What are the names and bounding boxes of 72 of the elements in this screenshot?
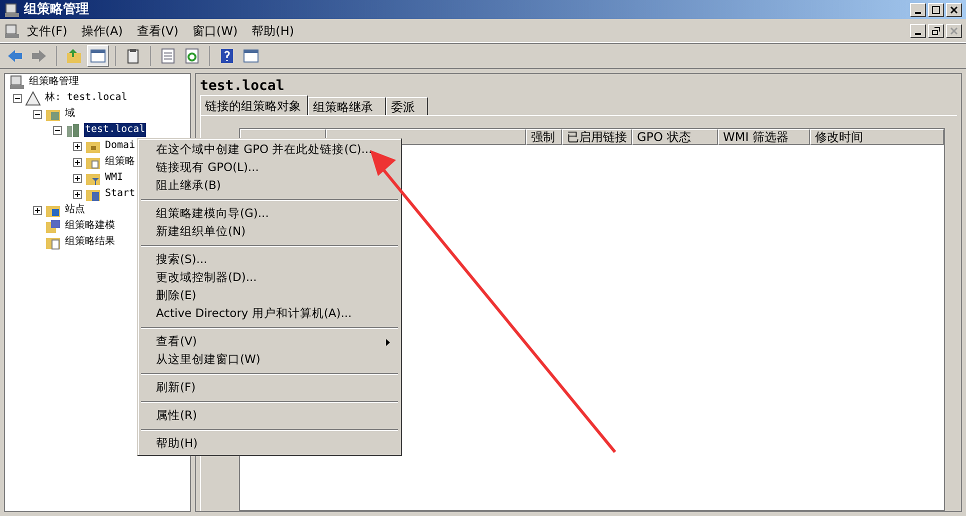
menu-option[interactable]: 帮助(H): [141, 435, 398, 453]
expand-toggle[interactable]: [73, 174, 82, 182]
plus-icon: [35, 208, 40, 212]
restore-button[interactable]: [928, 24, 944, 38]
menu-option[interactable]: 搜索(S)...: [141, 251, 398, 269]
maximize-icon: [932, 6, 940, 14]
tree-item[interactable]: 组策略: [104, 155, 136, 169]
column-header[interactable]: 已启用链接: [562, 129, 632, 145]
tree-item[interactable]: 组策略管理: [28, 75, 80, 89]
menu-item[interactable]: 窗口(W): [185, 22, 245, 40]
tree-item[interactable]: Start: [104, 187, 136, 201]
collapse-toggle[interactable]: [13, 94, 22, 102]
plus-icon: [75, 144, 80, 148]
menu-item[interactable]: 帮助(H): [244, 22, 302, 40]
tree-item[interactable]: 组策略建模: [64, 219, 116, 233]
modeling-icon: [45, 218, 61, 234]
menu-option[interactable]: 从这里创建窗口(W): [141, 351, 398, 369]
collapse-toggle[interactable]: [33, 110, 42, 118]
menu-option[interactable]: 属性(R): [141, 407, 398, 425]
menu-option[interactable]: 阻止继承(B): [141, 177, 398, 195]
column-header[interactable]: GPO 状态: [632, 129, 718, 145]
expand-toggle[interactable]: [73, 158, 82, 166]
menu-item[interactable]: 操作(A): [74, 22, 130, 40]
column-header[interactable]: 强制: [526, 129, 562, 145]
tree-item[interactable]: test.local: [84, 123, 146, 137]
menu-item[interactable]: 查看(V): [130, 22, 186, 40]
pane-icon[interactable]: [87, 45, 109, 67]
tree-item[interactable]: 组策略结果: [64, 235, 116, 249]
detail-title: test.local: [200, 78, 286, 94]
menu-item[interactable]: 文件(F): [20, 22, 74, 40]
menu-option[interactable]: 新建组织单位(N): [141, 223, 398, 241]
column-header[interactable]: WMI 筛选器: [718, 129, 810, 145]
maximize-button[interactable]: [928, 2, 944, 16]
console-icon: [4, 2, 20, 18]
menu-option[interactable]: 在这个域中创建 GPO 并在此处链接(C)...: [141, 141, 398, 159]
minimize-button[interactable]: [910, 2, 926, 16]
tree-item[interactable]: Domai: [104, 139, 136, 153]
menu-option[interactable]: 刷新(F): [141, 379, 398, 397]
minimize-button[interactable]: [910, 24, 926, 38]
tree-item[interactable]: WMI: [104, 171, 124, 185]
tab[interactable]: 组策略继承: [308, 97, 386, 115]
menu-option[interactable]: 更改域控制器(D)...: [141, 269, 398, 287]
triangle-icon: [25, 90, 41, 106]
close-icon: [950, 6, 958, 14]
window-title: 组策略管理: [24, 0, 89, 19]
close-button[interactable]: [946, 2, 962, 16]
column-header[interactable]: 修改时间: [810, 129, 944, 145]
expand-toggle[interactable]: [33, 206, 42, 214]
domain-icon: [65, 122, 81, 138]
tree-item[interactable]: 林: test.local: [44, 91, 128, 105]
console-icon: [4, 22, 20, 38]
tree-item[interactable]: 站点: [64, 203, 86, 217]
plus-icon: [75, 176, 80, 180]
menu-option[interactable]: 组策略建模向导(G)...: [141, 205, 398, 223]
minimize-icon: [915, 32, 921, 34]
menu-option[interactable]: 删除(E): [141, 287, 398, 305]
close-button[interactable]: [946, 24, 962, 38]
collapse-toggle[interactable]: [53, 126, 62, 134]
tab[interactable]: 委派: [386, 97, 428, 115]
submenu-arrow-icon: [386, 338, 390, 346]
menu-option[interactable]: 链接现有 GPO(L)...: [141, 159, 398, 177]
plus-icon: [75, 192, 80, 196]
menu-option[interactable]: 查看(V): [141, 333, 398, 351]
plus-icon: [75, 160, 80, 164]
expand-toggle[interactable]: [73, 142, 82, 150]
tab[interactable]: 链接的组策略对象: [200, 95, 308, 115]
restore-icon: [932, 26, 940, 34]
expand-toggle[interactable]: [73, 190, 82, 198]
tree-item[interactable]: 域: [64, 107, 76, 121]
minimize-icon: [915, 12, 921, 14]
menu-option[interactable]: Active Directory 用户和计算机(A)...: [141, 305, 398, 323]
close-icon: [950, 26, 958, 34]
